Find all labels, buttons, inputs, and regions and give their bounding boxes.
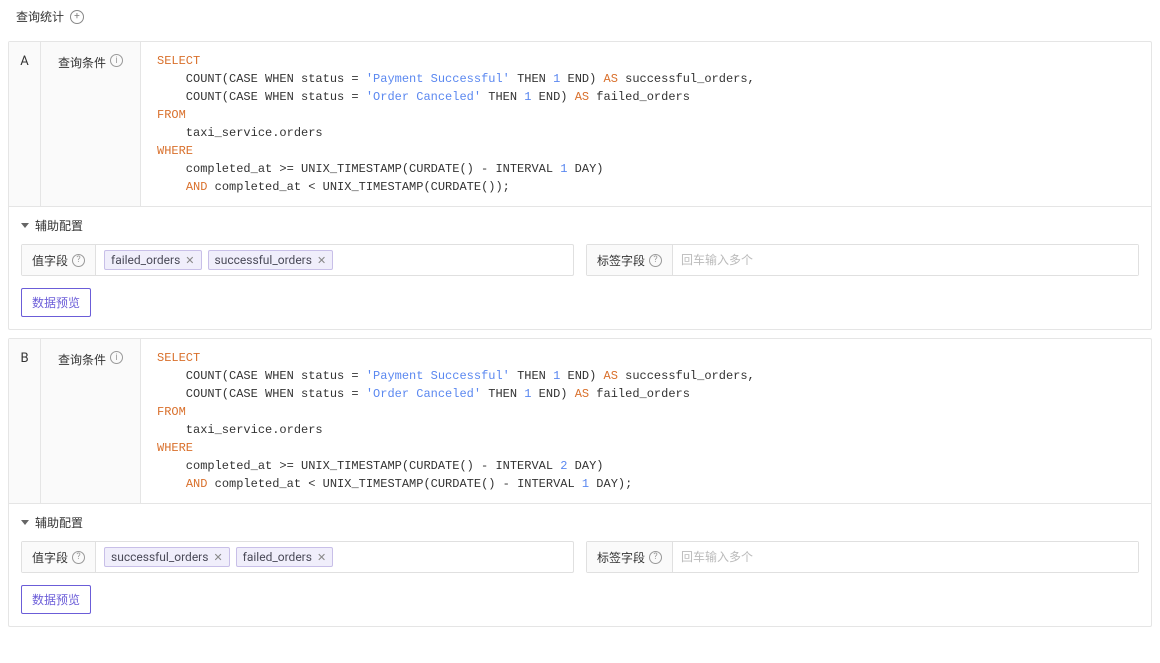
data-preview-button[interactable]: 数据预览	[21, 288, 91, 317]
page-title: 查询统计	[16, 8, 64, 25]
query-condition-label: 查询条件 i	[41, 339, 141, 503]
tag-text: successful_orders	[111, 550, 208, 564]
chevron-down-icon	[21, 520, 29, 525]
fields-row: 值字段 ? successful_orders ✕ failed_orders …	[9, 541, 1151, 585]
query-letter: A	[9, 42, 41, 206]
value-tag: successful_orders ✕	[208, 250, 334, 270]
value-field-group: 值字段 ? failed_orders ✕ successful_orders …	[21, 244, 574, 276]
data-preview-button[interactable]: 数据预览	[21, 585, 91, 614]
aux-config-toggle[interactable]: 辅助配置	[9, 504, 1151, 541]
tag-field-group: 标签字段 ?	[586, 244, 1139, 276]
value-tag: successful_orders ✕	[104, 547, 230, 567]
query-panel: B 查询条件 i SELECT COUNT(CASE WHEN status =…	[8, 338, 1152, 627]
info-icon[interactable]: ?	[649, 254, 662, 267]
close-icon[interactable]: ✕	[317, 551, 326, 564]
sql-editor[interactable]: SELECT COUNT(CASE WHEN status = 'Payment…	[141, 339, 1151, 503]
query-letter: B	[9, 339, 41, 503]
cond-label-text: 查询条件	[58, 351, 106, 368]
aux-config-label: 辅助配置	[35, 514, 83, 531]
value-tags-area[interactable]: successful_orders ✕ failed_orders ✕	[96, 542, 573, 572]
value-tag: failed_orders ✕	[104, 250, 202, 270]
info-icon[interactable]: ?	[72, 254, 85, 267]
value-field-label: 值字段 ?	[22, 245, 96, 275]
value-field-group: 值字段 ? successful_orders ✕ failed_orders …	[21, 541, 574, 573]
value-field-label: 值字段 ?	[22, 542, 96, 572]
tag-field-label: 标签字段 ?	[587, 245, 673, 275]
close-icon[interactable]: ✕	[185, 254, 194, 267]
cond-label-text: 查询条件	[58, 54, 106, 71]
value-tag: failed_orders ✕	[236, 547, 334, 567]
close-icon[interactable]: ✕	[317, 254, 326, 267]
query-panel: A 查询条件 i SELECT COUNT(CASE WHEN status =…	[8, 41, 1152, 330]
tag-text: failed_orders	[243, 550, 312, 564]
query-row: B 查询条件 i SELECT COUNT(CASE WHEN status =…	[9, 339, 1151, 504]
tag-field-input[interactable]	[673, 542, 1138, 572]
fields-row: 值字段 ? failed_orders ✕ successful_orders …	[9, 244, 1151, 288]
query-condition-label: 查询条件 i	[41, 42, 141, 206]
chevron-down-icon	[21, 223, 29, 228]
info-icon[interactable]: i	[110, 351, 123, 364]
tag-field-group: 标签字段 ?	[586, 541, 1139, 573]
aux-config-label: 辅助配置	[35, 217, 83, 234]
info-icon[interactable]: ?	[72, 551, 85, 564]
info-icon[interactable]: ?	[649, 551, 662, 564]
add-query-icon[interactable]: +	[70, 10, 84, 24]
tag-text: successful_orders	[215, 253, 312, 267]
tag-field-label: 标签字段 ?	[587, 542, 673, 572]
page-header: 查询统计 +	[0, 0, 1160, 33]
info-icon[interactable]: i	[110, 54, 123, 67]
value-tags-area[interactable]: failed_orders ✕ successful_orders ✕	[96, 245, 573, 275]
aux-config-toggle[interactable]: 辅助配置	[9, 207, 1151, 244]
sql-editor[interactable]: SELECT COUNT(CASE WHEN status = 'Payment…	[141, 42, 1151, 206]
close-icon[interactable]: ✕	[213, 551, 222, 564]
tag-text: failed_orders	[111, 253, 180, 267]
query-row: A 查询条件 i SELECT COUNT(CASE WHEN status =…	[9, 42, 1151, 207]
tag-field-input[interactable]	[673, 245, 1138, 275]
